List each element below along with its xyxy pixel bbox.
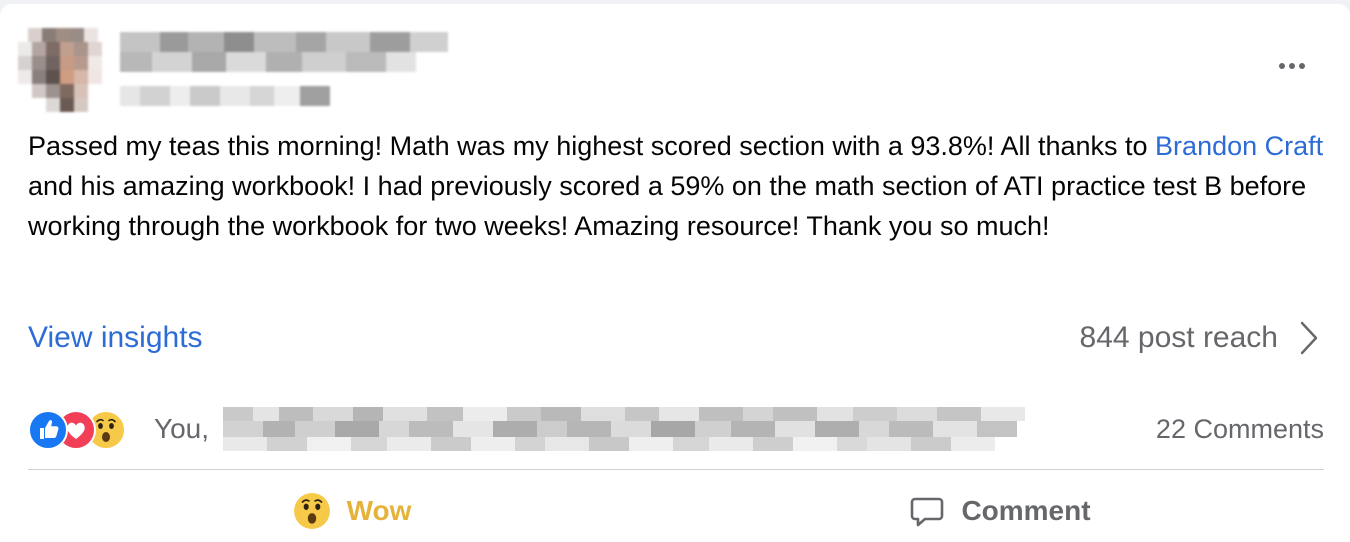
reactions-you-text: You, [154,413,210,444]
wow-icon [293,493,330,529]
more-dot-icon [1279,63,1285,69]
mention-link[interactable]: Brandon Craft [1155,131,1323,161]
more-dot-icon [1299,63,1305,69]
comments-count[interactable]: 22 Comments [1156,414,1324,445]
comment-button[interactable]: Comment [676,480,1324,542]
reactions-summary[interactable]: You, 22 Comments [28,404,1324,454]
reaction-icons [28,408,140,450]
comment-bubble-icon [911,497,944,527]
post-text-part2: and his amazing workbook! I had previous… [28,171,1307,241]
view-insights-link[interactable]: View insights [28,321,203,355]
author-name-redacted[interactable] [120,30,460,112]
wow-label: Wow [346,495,412,526]
post-body: Passed my teas this morning! Math was my… [28,126,1328,246]
divider [28,469,1324,470]
post-text-part1: Passed my teas this morning! Math was my… [28,131,1148,161]
post-card: Passed my teas this morning! Math was my… [0,4,1350,542]
reactor-names-redacted [223,407,1026,451]
post-reach-text: 844 post reach [1079,321,1278,354]
post-actions: Wow Comment [28,480,1324,542]
wow-reaction-button[interactable]: Wow [28,480,676,542]
insights-row: View insights 844 post reach [28,316,1318,360]
author-avatar[interactable] [18,28,110,112]
chevron-right-icon [1300,321,1318,355]
more-dot-icon [1289,63,1295,69]
post-reach-button[interactable]: 844 post reach [1080,321,1318,355]
more-options-button[interactable] [1270,48,1314,84]
like-icon [28,410,68,450]
comment-label: Comment [961,495,1091,526]
